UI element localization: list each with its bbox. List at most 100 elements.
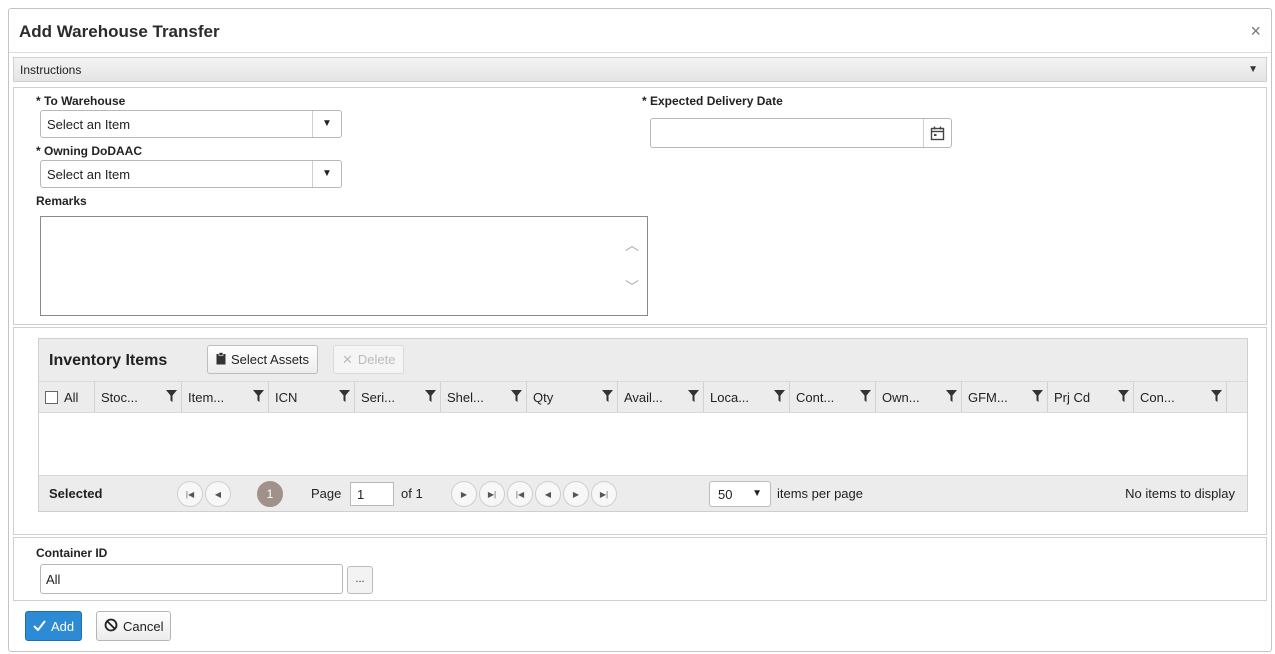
expected-delivery-date-input[interactable] — [650, 118, 952, 148]
filter-icon[interactable] — [774, 390, 785, 405]
add-label: Add — [51, 618, 75, 634]
filter-icon[interactable] — [511, 390, 522, 405]
column-header-shelf[interactable]: Shel... — [441, 382, 527, 412]
column-header-icn[interactable]: ICN — [269, 382, 355, 412]
column-header-owner[interactable]: Own... — [876, 382, 962, 412]
next-page-icon[interactable]: ▶ — [563, 481, 589, 507]
page-input[interactable]: 1 — [350, 482, 394, 506]
column-label: Cont... — [796, 389, 835, 405]
remarks-textarea[interactable]: ︿ ﹀ — [40, 216, 648, 316]
chevron-down-icon[interactable]: ▼ — [312, 161, 341, 187]
column-header-stock[interactable]: Stoc... — [95, 382, 182, 412]
column-header-container[interactable]: Cont... — [790, 382, 876, 412]
filter-icon[interactable] — [1211, 390, 1222, 405]
browse-container-button[interactable]: ... — [347, 566, 373, 594]
first-page-icon[interactable]: |◀ — [507, 481, 533, 507]
items-per-page-value: 50 — [718, 487, 733, 502]
select-all-checkbox[interactable] — [45, 390, 58, 404]
container-id-input[interactable]: All — [40, 564, 343, 594]
column-header-item[interactable]: Item... — [182, 382, 269, 412]
column-label: Qty — [533, 389, 554, 405]
prev-page-icon[interactable]: ◀ — [205, 481, 231, 507]
column-label: Own... — [882, 389, 920, 405]
next-page-icon[interactable]: ▶ — [451, 481, 477, 507]
dialog-title: Add Warehouse Transfer — [19, 22, 220, 41]
column-label: Avail... — [624, 389, 663, 405]
filter-icon[interactable] — [166, 390, 177, 405]
column-header-condition[interactable]: Con... — [1134, 382, 1227, 412]
column-label: GFM... — [968, 389, 1008, 405]
column-label: Item... — [188, 389, 225, 405]
to-warehouse-label: * To Warehouse — [36, 94, 126, 108]
column-header-gfm[interactable]: GFM... — [962, 382, 1048, 412]
chevron-down-icon: ▼ — [752, 488, 762, 499]
filter-icon[interactable] — [339, 390, 350, 405]
instructions-label: Instructions — [20, 63, 82, 77]
filter-icon[interactable] — [253, 390, 264, 405]
current-page-badge[interactable]: 1 — [257, 481, 283, 507]
column-label: Con... — [1140, 389, 1175, 405]
add-button[interactable]: Add — [25, 611, 83, 641]
to-warehouse-value: Select an Item — [47, 117, 131, 132]
grid-title: Inventory Items — [49, 352, 168, 369]
last-page-icon[interactable]: ▶| — [479, 481, 505, 507]
first-page-icon[interactable]: |◀ — [177, 481, 203, 507]
column-header-prj-cd[interactable]: Prj Cd — [1048, 382, 1134, 412]
cancel-icon — [104, 618, 118, 635]
page-label: Page — [311, 486, 342, 501]
column-header-serial[interactable]: Seri... — [355, 382, 441, 412]
select-assets-label: Select Assets — [231, 352, 310, 367]
scroll-up-icon[interactable]: ︿ — [625, 235, 639, 255]
owning-dodaac-select[interactable]: Select an Item ▼ — [40, 160, 342, 188]
select-assets-button[interactable]: Select Assets — [207, 345, 319, 374]
x-icon: ✕ — [342, 351, 353, 367]
grid-header-row: All Stoc... Item... ICN Seri... Shel... … — [39, 381, 1247, 413]
dialog-titlebar: Add Warehouse Transfer × — [9, 9, 1271, 53]
container-id-value: All — [46, 572, 61, 587]
close-icon[interactable]: × — [1250, 21, 1261, 42]
inventory-items-grid: Inventory Items Select Assets ✕ Delete A… — [38, 338, 1248, 512]
to-warehouse-select[interactable]: Select an Item ▼ — [40, 110, 342, 138]
page-count-label: of 1 — [401, 486, 423, 501]
scroll-down-icon[interactable]: ﹀ — [625, 277, 639, 297]
items-per-page-select[interactable]: 50 ▼ — [709, 481, 771, 507]
last-page-icon[interactable]: ▶| — [591, 481, 617, 507]
remarks-label: Remarks — [36, 194, 87, 208]
container-section: Container ID All ... — [13, 537, 1267, 601]
column-label: All — [64, 389, 79, 405]
instructions-panel-header[interactable]: Instructions ▼ — [13, 57, 1267, 82]
column-header-location[interactable]: Loca... — [704, 382, 790, 412]
column-header-qty[interactable]: Qty — [527, 382, 618, 412]
add-warehouse-transfer-dialog: Add Warehouse Transfer × Instructions ▼ … — [8, 8, 1272, 652]
column-label: Stoc... — [101, 389, 138, 405]
filter-icon[interactable] — [860, 390, 871, 405]
grid-pager: Selected |◀ ◀ 1 Page 1 of 1 ▶ ▶| |◀ ◀ ▶ … — [39, 475, 1247, 511]
no-items-label: No items to display — [1125, 486, 1235, 501]
delete-button[interactable]: ✕ Delete — [333, 345, 405, 374]
column-header-select-all[interactable]: All — [39, 382, 95, 412]
clipboard-icon — [216, 351, 226, 368]
container-id-label: Container ID — [36, 546, 108, 560]
filter-icon[interactable] — [425, 390, 436, 405]
cancel-button[interactable]: Cancel — [96, 611, 172, 641]
chevron-down-icon[interactable]: ▼ — [312, 111, 341, 137]
prev-page-icon[interactable]: ◀ — [535, 481, 561, 507]
inventory-items-section: Inventory Items Select Assets ✕ Delete A… — [13, 327, 1267, 535]
owning-dodaac-value: Select an Item — [47, 167, 131, 182]
selected-label: Selected — [49, 486, 103, 501]
column-label: Prj Cd — [1054, 389, 1091, 405]
filter-icon[interactable] — [688, 390, 699, 405]
column-label: Loca... — [710, 389, 750, 405]
delete-label: Delete — [357, 352, 396, 367]
items-per-page-label: items per page — [777, 486, 863, 501]
filter-icon[interactable] — [1032, 390, 1043, 405]
filter-icon[interactable] — [602, 390, 613, 405]
calendar-icon[interactable] — [923, 119, 951, 147]
transfer-fields-section: * To Warehouse Select an Item ▼ * Owning… — [13, 87, 1267, 325]
filter-icon[interactable] — [946, 390, 957, 405]
column-label: Shel... — [447, 389, 484, 405]
column-header-available[interactable]: Avail... — [618, 382, 704, 412]
filter-icon[interactable] — [1118, 390, 1129, 405]
caret-down-icon: ▼ — [1248, 64, 1258, 75]
checkmark-icon — [33, 619, 46, 634]
